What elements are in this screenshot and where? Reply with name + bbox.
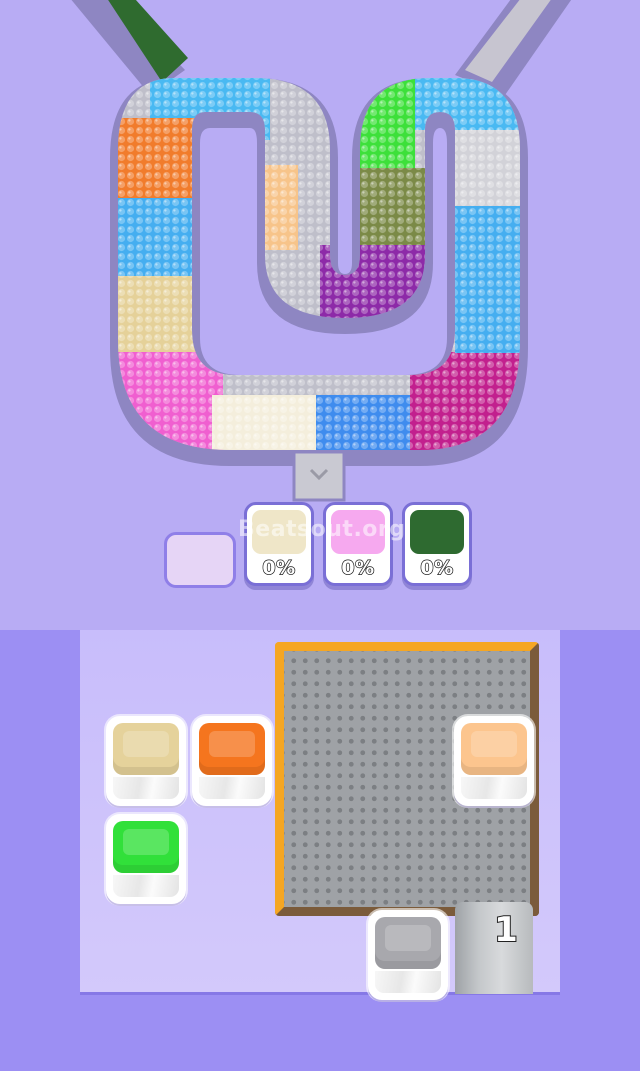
box-lid [113,821,179,873]
box-green[interactable] [106,814,186,904]
box-lid [461,723,527,775]
box-base [113,777,179,799]
box-lid [199,723,265,775]
conveyor-scene: 0% 0% 0% Beatsout.org [0,0,640,640]
box-base [113,875,179,897]
box-orange[interactable] [192,716,272,806]
watermark: Beatsout.org [238,517,406,542]
cup-percent: 0% [341,556,375,579]
cream-cup: 0% [244,502,314,586]
cup-percent: 0% [262,556,296,579]
box-gray[interactable] [368,910,448,1000]
cup-color [410,510,464,554]
dispenser-count: 1 [493,909,519,951]
box-peach[interactable] [454,716,534,806]
dark-green-cup: 0% [402,502,472,586]
box-lid [375,917,441,969]
conveyor-track [71,0,572,502]
pink-cup: 0% [323,502,393,586]
empty-cup-slot [164,532,236,588]
box-base [461,777,527,799]
box-lid [113,723,179,775]
box-base [375,971,441,993]
box-tan[interactable] [106,716,186,806]
cup-percent: 0% [420,556,454,579]
box-base [199,777,265,799]
bottom-wall [0,993,640,1071]
